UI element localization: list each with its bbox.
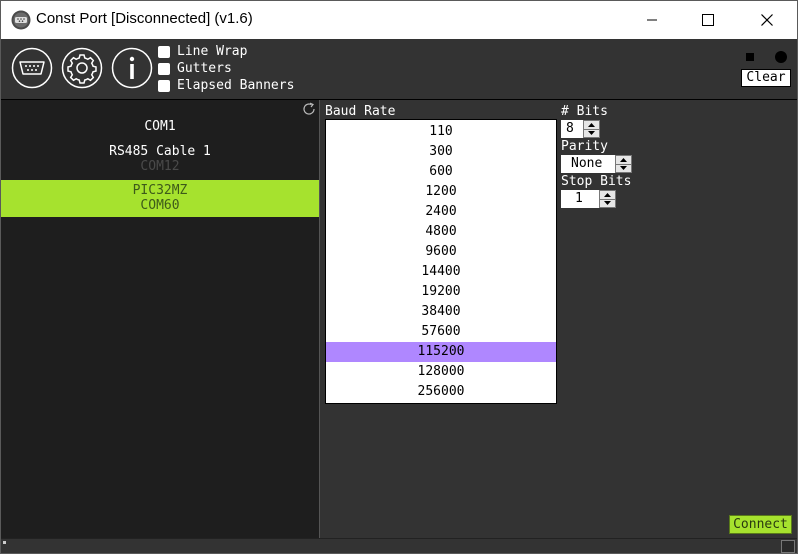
baud-option[interactable]: 2400 bbox=[326, 202, 556, 222]
baud-option[interactable]: 600 bbox=[326, 162, 556, 182]
resize-grip-icon[interactable] bbox=[781, 540, 795, 553]
app-logo-icon bbox=[11, 10, 31, 30]
parity-stepper[interactable]: None bbox=[561, 155, 632, 173]
elapsed-banners-label: Elapsed Banners bbox=[177, 78, 295, 93]
baud-option[interactable]: 128000 bbox=[326, 362, 556, 382]
bits-label: # Bits bbox=[561, 104, 608, 119]
record-indicator-icon[interactable] bbox=[775, 51, 787, 63]
stop-bits-stepper-arrows[interactable] bbox=[599, 190, 616, 208]
stop-bits-label: Stop Bits bbox=[561, 174, 632, 189]
port-list: COM1 RS485 Cable 1 COM12 PIC32MZ COM60 bbox=[1, 100, 320, 538]
arrow-up-icon[interactable] bbox=[584, 121, 599, 130]
status-indicator bbox=[3, 541, 6, 544]
minimize-button[interactable] bbox=[629, 1, 675, 39]
maximize-button[interactable] bbox=[685, 1, 731, 39]
toolbar: Line Wrap Gutters Elapsed Banners Clear bbox=[1, 39, 797, 99]
bits-stepper[interactable]: 8 bbox=[561, 120, 600, 138]
port-name: RS485 Cable 1 bbox=[109, 144, 211, 159]
baud-rate-list: 110 300 600 1200 2400 4800 9600 14400 19… bbox=[325, 119, 557, 404]
parity-label: Parity bbox=[561, 139, 608, 154]
arrow-up-icon[interactable] bbox=[600, 191, 615, 200]
port-com-label: COM12 bbox=[140, 159, 180, 174]
gutters-label: Gutters bbox=[177, 61, 232, 76]
parity-value[interactable]: None bbox=[561, 155, 615, 173]
baud-option[interactable]: 4800 bbox=[326, 222, 556, 242]
connect-button[interactable]: Connect bbox=[729, 515, 792, 534]
port-name: PIC32MZ bbox=[132, 183, 188, 198]
info-icon[interactable] bbox=[111, 47, 153, 89]
elapsed-banners-checkbox[interactable] bbox=[158, 79, 170, 92]
title-bar: Const Port [Disconnected] (v1.6) bbox=[1, 1, 797, 39]
bits-stepper-arrows[interactable] bbox=[583, 120, 600, 138]
gutters-option[interactable]: Gutters bbox=[158, 60, 232, 77]
close-button[interactable] bbox=[744, 1, 790, 39]
baud-option-selected[interactable]: 115200 bbox=[326, 342, 556, 362]
baud-option[interactable]: 300 bbox=[326, 142, 556, 162]
line-wrap-option[interactable]: Line Wrap bbox=[158, 43, 247, 60]
stop-bits-value[interactable]: 1 bbox=[561, 190, 599, 208]
close-icon bbox=[761, 14, 773, 26]
baud-option[interactable]: 256000 bbox=[326, 382, 556, 402]
status-bar bbox=[1, 538, 797, 553]
app-window: Const Port [Disconnected] (v1.6) Line Wr… bbox=[0, 0, 798, 554]
port-item-com1[interactable]: COM1 bbox=[1, 119, 319, 139]
minimize-icon bbox=[647, 19, 657, 21]
gutters-checkbox[interactable] bbox=[158, 62, 170, 75]
bits-value[interactable]: 8 bbox=[561, 120, 583, 138]
clear-button[interactable]: Clear bbox=[741, 69, 791, 87]
parity-stepper-arrows[interactable] bbox=[615, 155, 632, 173]
baud-option[interactable]: 110 bbox=[326, 122, 556, 142]
line-wrap-label: Line Wrap bbox=[177, 44, 248, 59]
stop-bits-stepper[interactable]: 1 bbox=[561, 190, 616, 208]
baud-option[interactable]: 9600 bbox=[326, 242, 556, 262]
port-name: COM1 bbox=[144, 119, 176, 134]
serial-port-icon[interactable] bbox=[11, 47, 53, 89]
baud-option[interactable]: 19200 bbox=[326, 282, 556, 302]
arrow-up-icon[interactable] bbox=[616, 156, 631, 165]
maximize-icon bbox=[702, 14, 714, 26]
refresh-icon[interactable] bbox=[301, 101, 317, 117]
port-com-label: COM60 bbox=[140, 198, 180, 213]
elapsed-banners-option[interactable]: Elapsed Banners bbox=[158, 77, 294, 94]
port-item-rs485[interactable]: RS485 Cable 1 COM12 bbox=[1, 144, 319, 176]
baud-option[interactable]: 14400 bbox=[326, 262, 556, 282]
baud-option[interactable]: 57600 bbox=[326, 322, 556, 342]
line-wrap-checkbox[interactable] bbox=[158, 45, 170, 58]
arrow-down-icon[interactable] bbox=[616, 165, 631, 173]
baud-option[interactable]: 38400 bbox=[326, 302, 556, 322]
arrow-down-icon[interactable] bbox=[584, 130, 599, 138]
port-item-pic32mz[interactable]: PIC32MZ COM60 bbox=[1, 180, 319, 217]
baud-option[interactable]: 1200 bbox=[326, 182, 556, 202]
arrow-down-icon[interactable] bbox=[600, 200, 615, 208]
baud-rate-label: Baud Rate bbox=[325, 104, 396, 119]
window-title: Const Port [Disconnected] (v1.6) bbox=[36, 10, 253, 27]
settings-gear-icon[interactable] bbox=[61, 47, 103, 89]
stop-indicator-icon[interactable] bbox=[746, 53, 754, 61]
